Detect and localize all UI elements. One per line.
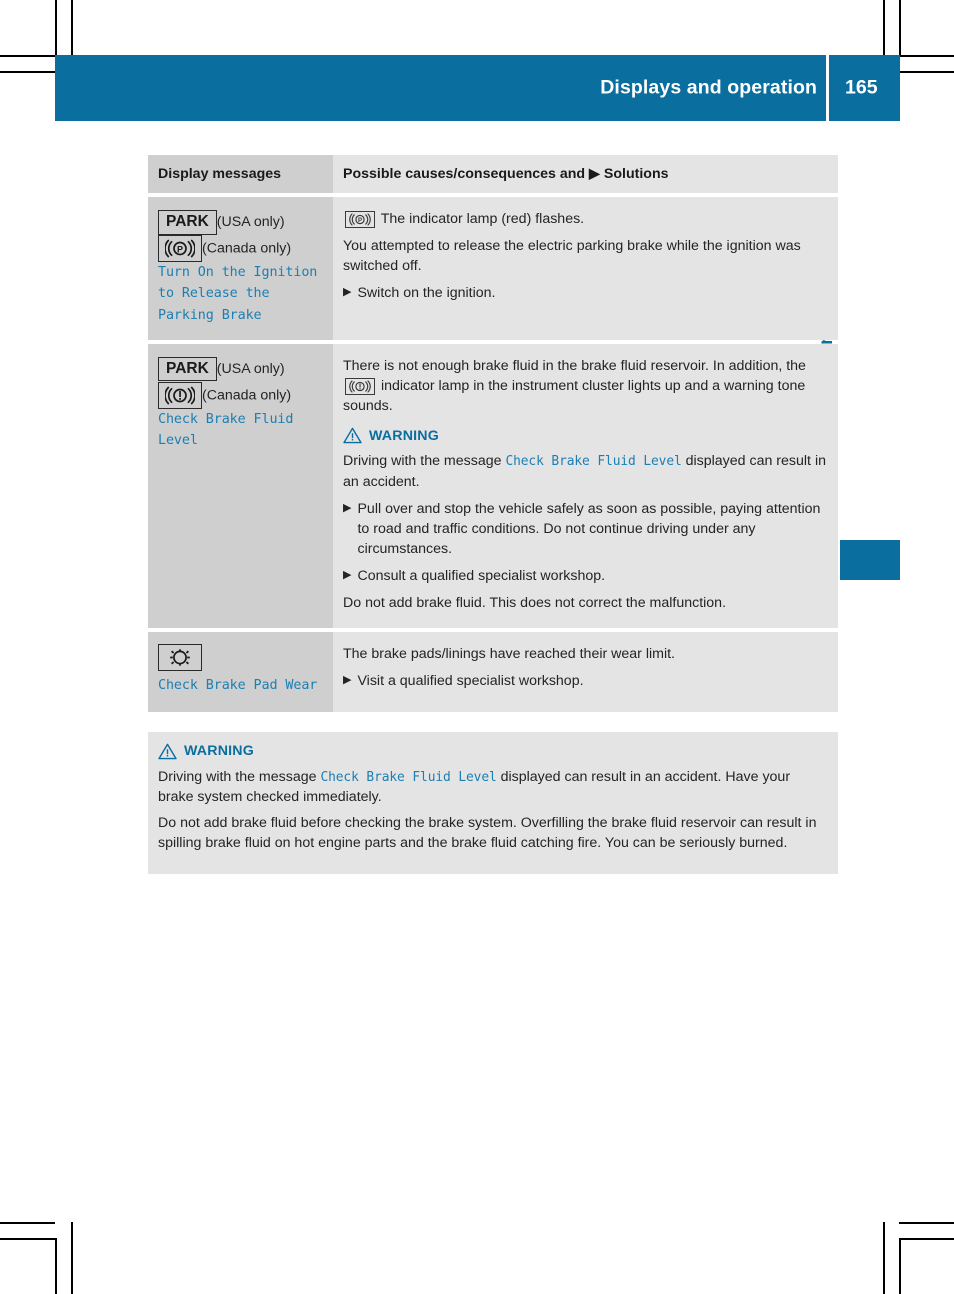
brake-pad-wear-icon (158, 643, 202, 671)
cropmark-bottom-left-v2 (71, 1222, 73, 1294)
cause-text-part-a: There is not enough brake fluid in the b… (343, 357, 806, 374)
inline-display-message: Check Brake Fluid Level (505, 454, 682, 470)
table-row: PARK (USA only) (Canada only) Check Brak… (148, 343, 838, 628)
cropmark-top-left-v2 (71, 0, 73, 56)
table-header-row: Display messages Possible causes/consequ… (148, 155, 838, 193)
display-message-text: Check Brake Fluid Level (158, 412, 294, 449)
warning-triangle-glyph (343, 427, 362, 444)
indicator-symbol-group: PARK (USA only) P (Canada only) (158, 209, 321, 263)
display-message-text: Check Brake Pad Wear (158, 677, 318, 693)
parking-brake-indicator-glyph: P (349, 213, 371, 226)
svg-text:P: P (177, 245, 183, 255)
table-cell-display-message: PARK (USA only) (Canada only) Check Brak… (148, 343, 333, 628)
solution-bullet: ▶ Pull over and stop the vehicle safely … (343, 499, 826, 559)
warning-triangle-icon (158, 743, 177, 760)
cropmark-top-right-h1 (899, 55, 954, 57)
canada-only-note: (Canada only) (202, 387, 292, 404)
parking-brake-indicator-icon: P (345, 210, 375, 228)
warning-note-text-part-a: Driving with the message (158, 768, 317, 785)
solution-text: Visit a qualified specialist workshop. (357, 672, 584, 689)
brake-warning-icon (345, 377, 375, 395)
page-header-band: Displays and operation 165 (55, 55, 900, 121)
warning-heading: WARNING (343, 427, 826, 444)
cause-line-1: The brake pads/linings have reached thei… (343, 645, 675, 662)
warning-triangle-icon (343, 427, 362, 444)
solution-arrow-icon: ▶ (343, 286, 352, 299)
table-cell-display-message: PARK (USA only) P (Canada only) Turn On t… (148, 197, 333, 340)
solution-bullet: ▶ Consult a qualified specialist worksho… (343, 566, 826, 586)
cropmark-bottom-right-h1 (899, 1222, 954, 1224)
parking-brake-indicator-glyph: P (164, 239, 196, 258)
warning-paragraph: Driving with the message Check Brake Flu… (343, 451, 826, 491)
cause-text: The indicator lamp (red) flashes. (380, 211, 585, 227)
warning-label: WARNING (184, 743, 254, 760)
warning-text-part-a: Driving with the message (343, 453, 502, 470)
cropmark-top-right-v2 (899, 0, 901, 56)
cropmark-bottom-right-v1 (883, 1222, 885, 1294)
inline-display-message: Check Brake Fluid Level (320, 769, 497, 785)
warning-label: WARNING (369, 427, 439, 444)
chapter-thumb-marker (840, 540, 900, 580)
warning-heading: WARNING (158, 743, 826, 760)
solution-arrow-icon: ▶ (343, 501, 352, 514)
page-title: Displays and operation (600, 76, 817, 99)
cropmark-top-right-v1 (883, 0, 885, 56)
table-header-cell-causes-solutions: Possible causes/consequences and ▶ Solut… (333, 155, 838, 193)
cropmark-bottom-left-v1 (55, 1238, 57, 1294)
park-label-icon: PARK (158, 209, 217, 235)
usa-only-note: (USA only) (216, 214, 285, 230)
column-header-label: Possible causes/consequences and ▶ Solut… (343, 166, 669, 182)
chapter-side-tab: On-board computer and displays (816, 160, 878, 540)
brake-warning-glyph (349, 380, 371, 393)
indicator-symbol-group: PARK (USA only) (Canada only) (158, 356, 321, 410)
usa-only-note: (USA only) (216, 360, 285, 377)
park-label-icon: PARK (158, 356, 217, 382)
page-number: 165 (845, 76, 878, 99)
column-header-label: Display messages (158, 166, 282, 182)
table-cell-causes-solutions: The brake pads/linings have reached thei… (333, 631, 838, 712)
solution-bullet: ▶ Switch on the ignition. (343, 283, 826, 303)
solution-arrow-icon: ▶ (343, 673, 352, 686)
brake-warning-icon (158, 382, 202, 410)
solution-text: Consult a qualified specialist workshop. (357, 568, 606, 585)
solution-text: Pull over and stop the vehicle safely as… (357, 500, 821, 558)
indicator-symbol-group (158, 643, 321, 671)
svg-text:P: P (358, 217, 362, 224)
page-content: Display messages Possible causes/consequ… (148, 155, 838, 874)
closing-note: Do not add brake fluid. This does not co… (343, 595, 727, 612)
parking-brake-indicator-icon: P (158, 235, 202, 263)
warning-triangle-glyph (158, 743, 177, 760)
cropmark-bottom-right-v2 (899, 1238, 901, 1294)
table-header-cell-display-messages: Display messages (148, 155, 333, 193)
brake-warning-glyph (164, 386, 196, 405)
solution-text: Switch on the ignition. (357, 285, 496, 302)
cropmark-bottom-left-h2 (0, 1238, 55, 1240)
cropmark-top-left-h2 (0, 71, 55, 73)
display-message-text: Turn On the Ignition to Release the Park… (158, 265, 318, 323)
cause-text-part-b: indicator lamp in the instrument cluster… (343, 377, 806, 415)
solution-bullet: ▶ Visit a qualified specialist workshop. (343, 671, 826, 691)
cropmark-top-left-h1 (0, 55, 55, 57)
table-cell-causes-solutions: P The indicator lamp (red) flashes. You … (333, 197, 838, 340)
warning-note-paragraph-1: Driving with the message Check Brake Flu… (158, 767, 826, 807)
table-row: Check Brake Pad Wear The brake pads/lini… (148, 631, 838, 712)
header-divider (826, 55, 829, 121)
cropmark-bottom-right-h2 (899, 1238, 954, 1240)
cropmark-top-right-h2 (899, 71, 954, 73)
solution-arrow-icon: ▶ (343, 569, 352, 582)
table-row: PARK (USA only) P (Canada only) Turn On t… (148, 197, 838, 340)
cause-line-1: P The indicator lamp (red) flashes. (343, 209, 826, 229)
warning-note-paragraph-2: Do not add brake fluid before checking t… (158, 815, 817, 852)
cropmark-bottom-left-h1 (0, 1222, 55, 1224)
table-cell-causes-solutions: There is not enough brake fluid in the b… (333, 343, 838, 628)
warning-note-box: WARNING Driving with the message Check B… (148, 731, 838, 874)
cause-paragraph: There is not enough brake fluid in the b… (343, 356, 826, 416)
cause-line-2: You attempted to release the electric pa… (343, 238, 801, 275)
canada-only-note: (Canada only) (202, 240, 292, 257)
display-messages-table: Display messages Possible causes/consequ… (148, 155, 838, 712)
brake-pad-wear-glyph (170, 648, 190, 666)
table-cell-display-message: Check Brake Pad Wear (148, 631, 333, 712)
cropmark-top-left-v1 (55, 0, 57, 56)
